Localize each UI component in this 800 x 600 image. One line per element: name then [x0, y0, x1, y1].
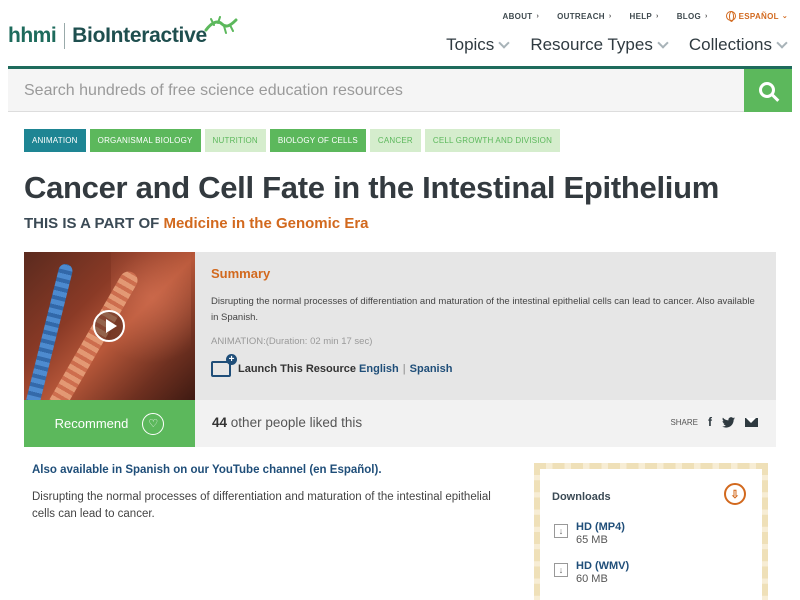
- util-nav-label: HELP: [629, 11, 653, 21]
- description-text: Disrupting the normal processes of diffe…: [32, 491, 491, 520]
- tag-organismal-biology[interactable]: ORGANISMAL BIOLOGY: [89, 129, 201, 152]
- likes-count: 44 other people liked this: [212, 415, 362, 430]
- twitter-icon[interactable]: [722, 416, 735, 428]
- logo-hhmi: hhmi: [8, 24, 57, 47]
- video-thumbnail[interactable]: [24, 252, 195, 400]
- download-size: 65 MB: [576, 534, 608, 546]
- resource-card: Summary Disrupting the normal processes …: [24, 252, 776, 400]
- lizard-logo-icon: [204, 16, 238, 34]
- chevron-down-icon: [776, 36, 788, 49]
- tag-animation[interactable]: ANIMATION: [24, 129, 86, 152]
- download-item[interactable]: ↓ HD (WMV) 60 MB: [554, 560, 629, 585]
- chevron-right-icon: ›: [705, 12, 708, 20]
- launch-label: Launch This Resource: [238, 363, 356, 375]
- globe-icon: [725, 11, 736, 22]
- youtube-spanish-link[interactable]: Also available in Spanish on our YouTube…: [32, 464, 382, 476]
- launch-english-link[interactable]: English: [359, 363, 399, 375]
- language-toggle-label: ESPAÑOL: [738, 11, 779, 21]
- util-nav-label: ABOUT: [502, 11, 533, 21]
- search-button[interactable]: [744, 69, 792, 112]
- chevron-down-icon: ⌄: [781, 13, 788, 20]
- download-name[interactable]: HD (WMV): [576, 560, 629, 572]
- site-header: hhmi BioInteractive ABOUT › OUTREACH › HEL…: [0, 0, 800, 66]
- util-nav-outreach[interactable]: OUTREACH ›: [557, 11, 611, 21]
- util-nav-label: OUTREACH: [557, 11, 605, 21]
- search-input[interactable]: [8, 69, 744, 112]
- tag-cancer[interactable]: CANCER: [369, 129, 421, 152]
- search-icon: [759, 81, 775, 98]
- lang-separator: |: [402, 363, 406, 375]
- launch-spanish-link[interactable]: Spanish: [410, 363, 453, 375]
- main-nav: Topics Resource Types Collections: [446, 35, 788, 55]
- site-logo[interactable]: hhmi BioInteractive: [8, 14, 238, 58]
- search-bar: [8, 66, 792, 112]
- likes-number: 44: [212, 415, 228, 430]
- recommend-bar: Recommend ♡ 44 other people liked this S…: [24, 400, 776, 447]
- download-name[interactable]: HD (MP4): [576, 521, 625, 533]
- downloads-heading: Downloads: [552, 491, 611, 503]
- chevron-right-icon: ›: [608, 12, 612, 20]
- recommend-button[interactable]: Recommend ♡: [24, 400, 195, 447]
- logo-divider: [64, 23, 66, 49]
- nav-resource-types[interactable]: Resource Types: [530, 35, 669, 55]
- nav-collections[interactable]: Collections: [688, 35, 788, 55]
- part-of-line: THIS IS A PART OF Medicine in the Genomi…: [24, 215, 369, 232]
- heart-plus-icon: ♡: [142, 412, 165, 435]
- nav-label: Topics: [446, 35, 495, 54]
- launch-resource: Launch This Resource English | Spanish: [211, 354, 761, 377]
- recommend-label: Recommend: [54, 416, 129, 431]
- logo-biointeractive: BioInteractive: [72, 24, 207, 47]
- language-toggle[interactable]: ESPAÑOL ⌄: [725, 11, 788, 22]
- facebook-icon[interactable]: f: [708, 415, 712, 429]
- chevron-down-icon: [657, 36, 669, 49]
- tag-cell-growth-and-division[interactable]: CELL GROWTH AND DIVISION: [424, 129, 561, 152]
- tag-biology-of-cells[interactable]: BIOLOGY OF CELLS: [269, 129, 366, 152]
- chevron-down-icon: [498, 36, 510, 49]
- util-nav-label: BLOG: [676, 11, 701, 21]
- share-label: SHARE: [670, 417, 698, 427]
- utility-nav: ABOUT › OUTREACH › HELP › BLOG › ESPAÑOL ⌄: [503, 11, 788, 22]
- download-size: 60 MB: [576, 573, 608, 585]
- tag-nutrition[interactable]: NUTRITION: [204, 129, 266, 152]
- summary-heading: Summary: [211, 266, 271, 281]
- chevron-right-icon: ›: [536, 12, 540, 20]
- collection-link[interactable]: Medicine in the Genomic Era: [163, 215, 368, 232]
- util-nav-about[interactable]: ABOUT ›: [503, 11, 540, 21]
- util-nav-blog[interactable]: BLOG ›: [677, 11, 708, 21]
- downloads-panel: Downloads ⇩ ↓ HD (MP4) 65 MB ↓ HD (WMV) …: [534, 463, 768, 600]
- launch-window-icon: [211, 354, 237, 377]
- chevron-right-icon: ›: [656, 12, 659, 20]
- nav-label: Collections: [688, 35, 772, 54]
- play-icon[interactable]: [93, 310, 125, 342]
- topic-tags: ANIMATION ORGANISMAL BIOLOGY NUTRITION B…: [24, 129, 561, 152]
- nav-label: Resource Types: [530, 35, 653, 54]
- cloud-download-icon: ⇩: [724, 483, 746, 505]
- nav-topics[interactable]: Topics: [446, 35, 510, 55]
- summary-text: Disrupting the normal processes of diffe…: [211, 296, 755, 323]
- download-arrow-icon: ↓: [554, 563, 568, 577]
- part-of-prefix: THIS IS A PART OF: [24, 215, 160, 232]
- likes-text: other people liked this: [230, 415, 363, 430]
- util-nav-help[interactable]: HELP ›: [630, 11, 659, 21]
- duration-text: ANIMATION:(Duration: 02 min 17 sec): [211, 336, 373, 347]
- share-bar: SHARE f: [670, 415, 758, 429]
- page-title: Cancer and Cell Fate in the Intestinal E…: [24, 170, 719, 205]
- download-item[interactable]: ↓ HD (MP4) 65 MB: [554, 521, 625, 546]
- card-body: Summary Disrupting the normal processes …: [211, 266, 761, 377]
- email-icon[interactable]: [745, 417, 758, 427]
- download-arrow-icon: ↓: [554, 524, 568, 538]
